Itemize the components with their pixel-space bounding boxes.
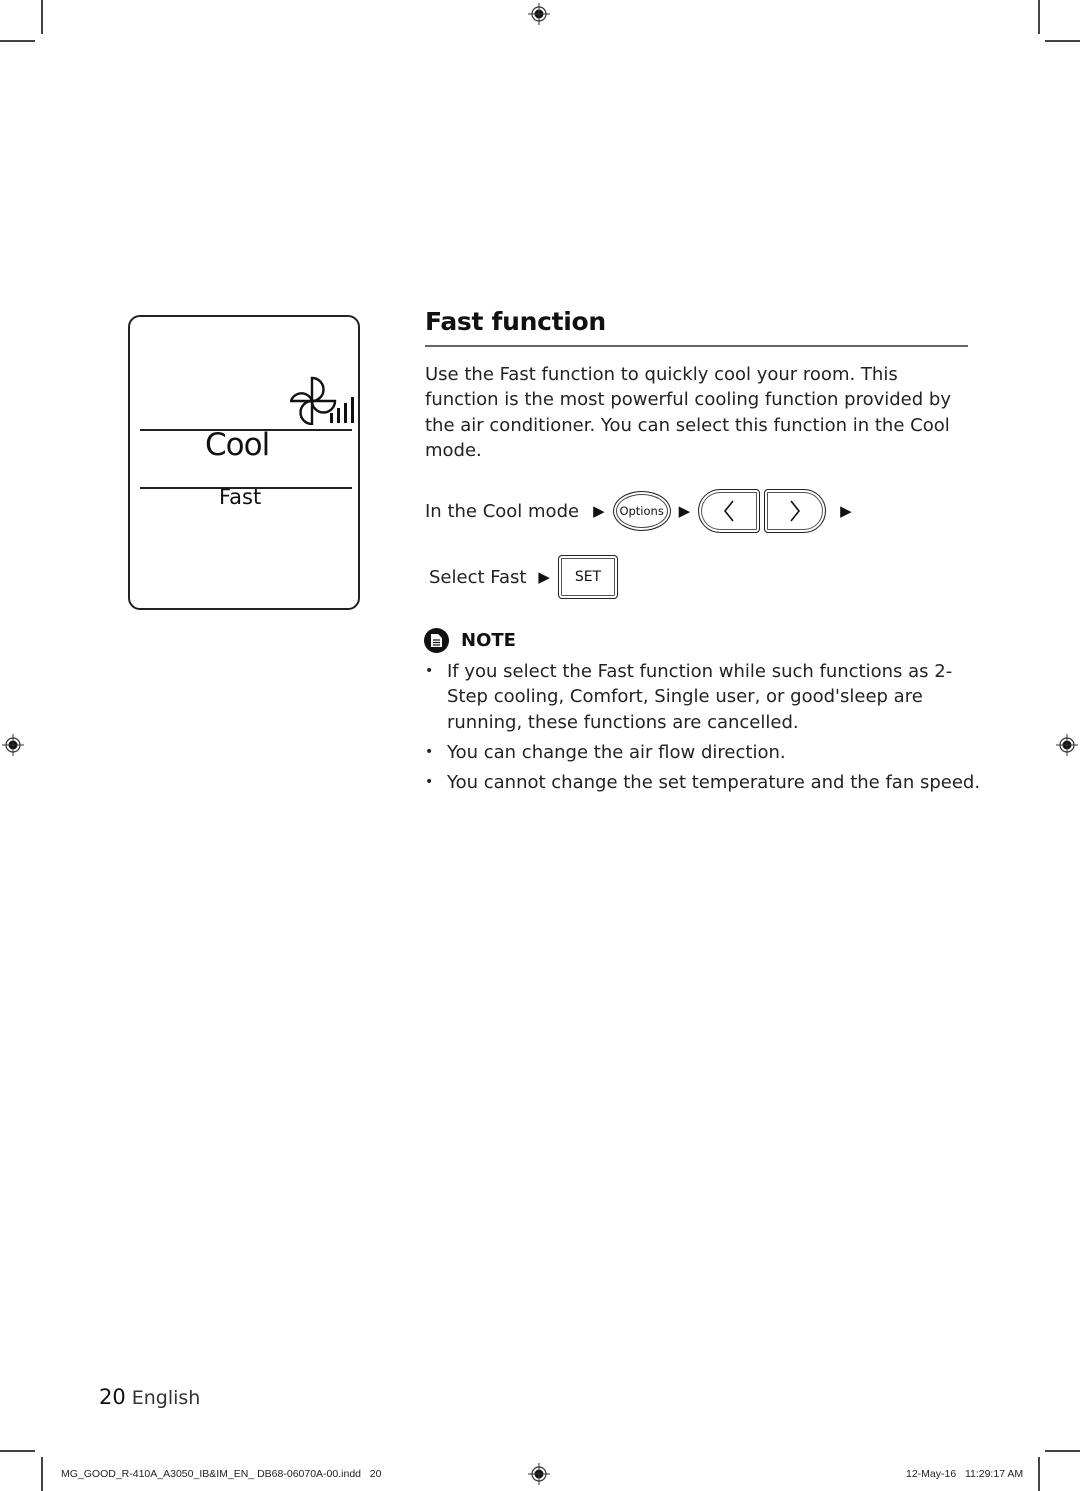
crop-mark xyxy=(1038,1457,1040,1491)
title-divider xyxy=(425,345,968,347)
intro-paragraph: Use the Fast function to quickly cool yo… xyxy=(425,364,951,461)
arrow-icon: ▶ xyxy=(593,502,605,520)
arrow-icon: ▶ xyxy=(678,502,691,520)
registration-mark-icon xyxy=(528,1463,550,1485)
display-mode-text: Cool xyxy=(205,427,270,463)
note-icon xyxy=(424,628,449,653)
arrow-icon: ▶ xyxy=(538,568,550,586)
page-number: 20 xyxy=(99,1385,126,1409)
remote-display-panel: Cool Fast xyxy=(128,315,360,610)
arrow-icon: ▶ xyxy=(840,502,852,520)
step-cool-mode: In the Cool mode ▶ Options ▶ ▶ xyxy=(425,489,860,533)
crop-mark xyxy=(41,1457,43,1491)
section-title: Fast function xyxy=(425,307,606,336)
display-option-text: Fast xyxy=(219,485,262,509)
crop-mark xyxy=(0,1450,35,1452)
crop-mark xyxy=(0,40,35,42)
note-header: NOTE xyxy=(424,628,516,653)
fan-speed-icon xyxy=(290,376,354,425)
set-button[interactable]: SET xyxy=(557,555,618,599)
step-label: In the Cool mode xyxy=(425,500,580,522)
note-label: NOTE xyxy=(461,630,516,651)
options-button-label: Options xyxy=(619,504,664,518)
note-item: If you select the Fast function while su… xyxy=(425,659,985,735)
crop-mark xyxy=(1038,0,1040,34)
print-slug-date: 12-May-16 11:29:17 AM xyxy=(906,1468,1024,1480)
step-select-fast: Select Fast ▶ SET xyxy=(429,555,618,599)
note-item: You can change the air flow direction. xyxy=(425,740,985,766)
registration-mark-icon xyxy=(528,3,550,25)
print-slug-file: MG_GOOD_R-410A_A3050_IB&IM_EN_ DB68-0607… xyxy=(61,1468,382,1480)
set-button-label: SET xyxy=(574,569,602,585)
step-label: Select Fast xyxy=(429,566,527,588)
options-button[interactable]: Options xyxy=(612,491,671,531)
chevron-right-icon xyxy=(790,500,801,522)
note-item: You cannot change the set temperature an… xyxy=(425,770,985,796)
page-footer: 20 English xyxy=(99,1385,200,1409)
note-list: If you select the Fast function while su… xyxy=(425,659,985,800)
left-button[interactable] xyxy=(698,489,761,533)
chevron-left-icon xyxy=(724,500,734,522)
registration-mark-icon xyxy=(1056,734,1078,756)
right-button[interactable] xyxy=(764,489,827,533)
crop-mark xyxy=(1045,40,1080,42)
registration-mark-icon xyxy=(2,734,24,756)
crop-mark xyxy=(1045,1450,1080,1452)
crop-mark xyxy=(41,0,43,34)
page-language: English xyxy=(131,1387,201,1409)
